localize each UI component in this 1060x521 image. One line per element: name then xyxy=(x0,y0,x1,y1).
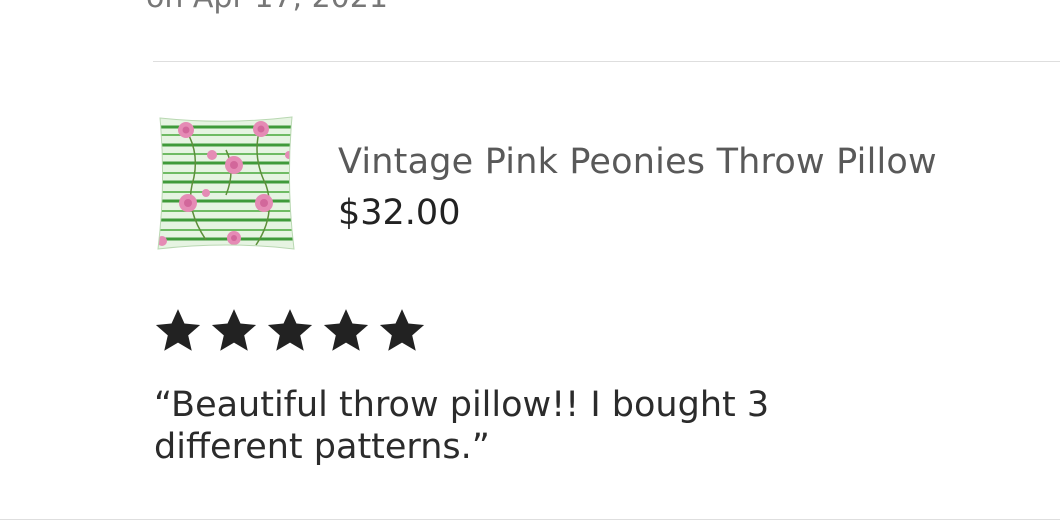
star-icon xyxy=(267,309,313,351)
star-icon xyxy=(155,309,201,351)
divider-bottom xyxy=(0,519,1060,520)
product-price: $32.00 xyxy=(338,193,461,233)
product-thumbnail[interactable] xyxy=(156,115,296,251)
pillow-thumbnail-icon xyxy=(157,116,295,250)
star-icon xyxy=(211,309,257,351)
divider-top xyxy=(153,61,1060,62)
star-rating xyxy=(153,306,427,356)
star-icon xyxy=(379,309,425,351)
review-text: “Beautiful throw pillow!! I bought 3 dif… xyxy=(154,385,770,467)
product-title[interactable]: Vintage Pink Peonies Throw Pillow xyxy=(338,142,937,182)
review-date: on Apr 17, 2021 xyxy=(146,0,388,15)
star-icon xyxy=(323,309,369,351)
